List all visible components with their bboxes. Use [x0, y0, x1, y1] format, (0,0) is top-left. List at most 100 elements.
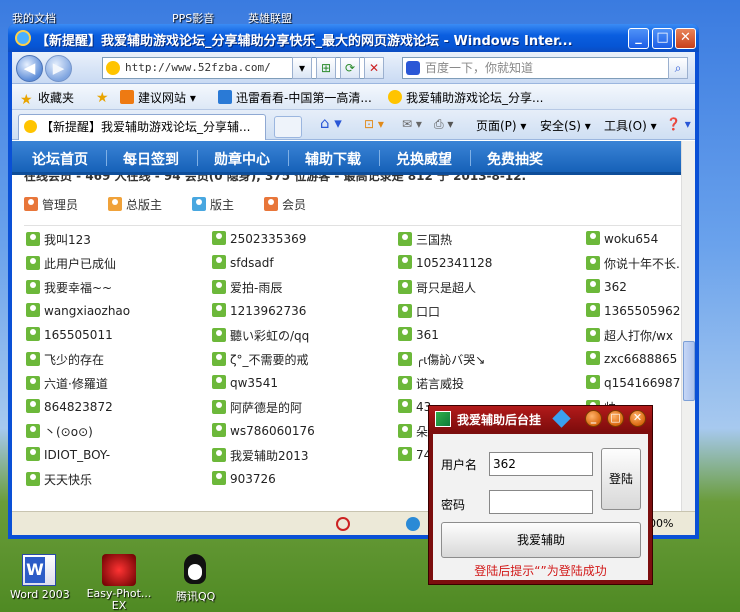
- nav-exchange[interactable]: 兑换威望: [396, 149, 452, 169]
- search-button[interactable]: ⌕: [668, 57, 688, 79]
- maximize-button[interactable]: □: [652, 28, 673, 49]
- online-user[interactable]: 我叫123: [26, 231, 91, 248]
- dialog-title-bar[interactable]: 我爱辅助后台挂 _ □ ✕: [429, 406, 652, 432]
- url-dropdown-button[interactable]: ▾: [292, 57, 312, 79]
- online-user[interactable]: 聽い彩虹の/qq: [212, 327, 309, 344]
- nav-medals[interactable]: 勋章中心: [214, 149, 270, 169]
- nav-home[interactable]: 论坛首页: [32, 149, 88, 169]
- online-user[interactable]: 天天快乐: [26, 471, 92, 488]
- online-user[interactable]: 165505011: [26, 327, 113, 342]
- password-input[interactable]: [489, 490, 593, 514]
- online-user[interactable]: zxc6688865: [586, 351, 677, 366]
- online-user[interactable]: 口口: [398, 303, 440, 320]
- online-user[interactable]: 六道·修羅道: [26, 375, 108, 392]
- online-user[interactable]: 362: [586, 279, 627, 294]
- scrollbar-thumb[interactable]: [683, 341, 695, 401]
- online-user[interactable]: 你说十年不长...: [586, 255, 681, 272]
- online-user[interactable]: 903726: [212, 471, 276, 486]
- word-icon[interactable]: W: [22, 554, 56, 586]
- member-user-icon: [26, 352, 40, 366]
- member-user-icon: [586, 279, 600, 293]
- online-user[interactable]: 74: [398, 447, 431, 462]
- fav-item-suggested[interactable]: 建议网站 ▾: [120, 89, 196, 106]
- refresh-button[interactable]: ⟳: [340, 57, 360, 79]
- add-favorite-button[interactable]: ★: [96, 89, 114, 105]
- online-user[interactable]: 超人打你/wx: [586, 327, 673, 344]
- online-user[interactable]: ╭ι傷訫バ哭↘: [398, 351, 485, 368]
- tab-bar: 【新提醒】我爱辅助游戏论坛_分享辅... ⌂ ▾ ⊡ ▾ ✉ ▾ ⎙ ▾ 页面(…: [12, 110, 695, 140]
- dialog-minimize-button[interactable]: _: [585, 410, 602, 427]
- fav-item-xunlei[interactable]: 迅雷看看-中国第一高清...: [218, 89, 372, 106]
- search-input[interactable]: 百度一下，你就知道: [402, 57, 677, 79]
- mail-icon[interactable]: ✉ ▾: [402, 117, 422, 131]
- online-user[interactable]: 我要幸福~~: [26, 279, 112, 296]
- username-input[interactable]: 362: [489, 452, 593, 476]
- online-user[interactable]: 864823872: [26, 399, 113, 414]
- online-user[interactable]: ζ°_不需要的戒: [212, 351, 309, 368]
- legend-label: 版主: [210, 198, 235, 212]
- url-input[interactable]: http://www.52fzba.com/: [102, 57, 378, 79]
- close-button[interactable]: ✕: [675, 28, 696, 49]
- qq-icon[interactable]: [178, 554, 212, 586]
- desktop-label-easyphoto[interactable]: Easy-Phot... EX: [80, 588, 158, 612]
- home-icon[interactable]: ⌂ ▾: [320, 114, 342, 132]
- feeds-icon[interactable]: ⊡ ▾: [364, 117, 384, 131]
- online-user[interactable]: woku654: [586, 231, 658, 246]
- online-user[interactable]: sfdsadf: [212, 255, 274, 270]
- online-user[interactable]: 1213962736: [212, 303, 306, 318]
- forward-button[interactable]: ▶: [45, 55, 72, 82]
- online-user[interactable]: 丶(⊙o⊙): [26, 423, 93, 440]
- dialog-close-button[interactable]: ✕: [629, 410, 646, 427]
- online-user[interactable]: 43: [398, 399, 431, 414]
- favorites-button[interactable]: ★ 收藏夹: [20, 89, 74, 107]
- title-bar[interactable]: 【新提醒】我爱辅助游戏论坛_分享辅助分享快乐_最大的网页游戏论坛 - Windo…: [8, 24, 699, 52]
- member-user-icon: [398, 424, 412, 438]
- minimize-button[interactable]: _: [628, 28, 649, 49]
- nav-download[interactable]: 辅助下载: [305, 149, 361, 169]
- stop-button[interactable]: ✕: [364, 57, 384, 79]
- nav-checkin[interactable]: 每日签到: [123, 149, 179, 169]
- page-menu[interactable]: 页面(P) ▾: [476, 117, 526, 134]
- fav-item-52fzba[interactable]: 我爱辅助游戏论坛_分享...: [388, 89, 543, 106]
- online-user[interactable]: IDIOT_BOY-: [26, 447, 110, 462]
- online-user-name: 2502335369: [230, 232, 307, 246]
- print-icon[interactable]: ⎙ ▾: [434, 117, 453, 132]
- online-user[interactable]: 1365505962: [586, 303, 680, 318]
- legend-admin: 管理员: [24, 196, 78, 213]
- nav-lottery[interactable]: 免费抽奖: [487, 149, 543, 169]
- help-icon[interactable]: ❓ ▾: [666, 117, 691, 131]
- desktop-label-word[interactable]: Word 2003: [10, 588, 70, 601]
- online-user[interactable]: 三国热: [398, 231, 452, 248]
- divider: [24, 225, 681, 226]
- photo-icon[interactable]: [102, 554, 136, 586]
- compat-view-button[interactable]: ⊞: [316, 57, 336, 79]
- login-button[interactable]: 登陆: [601, 448, 641, 510]
- online-user[interactable]: 361: [398, 327, 439, 342]
- desktop-label-qq[interactable]: 腾讯QQ: [176, 588, 215, 604]
- online-user[interactable]: 我爱辅助2013: [212, 447, 309, 464]
- online-user[interactable]: ws786060176: [212, 423, 315, 438]
- online-user[interactable]: 2502335369: [212, 231, 306, 246]
- online-user[interactable]: 朵: [398, 423, 428, 440]
- online-user[interactable]: 1052341128: [398, 255, 492, 270]
- online-user[interactable]: 哥只是超人: [398, 279, 476, 296]
- online-user[interactable]: qw3541: [212, 375, 278, 390]
- online-user[interactable]: q154166987: [586, 375, 680, 390]
- online-user[interactable]: 诺言威投: [398, 375, 464, 392]
- main-action-button[interactable]: 我爱辅助: [441, 522, 641, 558]
- online-user-name: 903726: [230, 472, 276, 486]
- online-user[interactable]: 飞少的存在: [26, 351, 104, 368]
- back-button[interactable]: ◀: [16, 55, 43, 82]
- page-scrollbar[interactable]: [681, 141, 695, 511]
- online-user[interactable]: 爱拍-雨辰: [212, 279, 282, 296]
- legend-label: 会员: [282, 198, 307, 212]
- online-user[interactable]: wangxiaozhao: [26, 303, 130, 318]
- tab-active[interactable]: 【新提醒】我爱辅助游戏论坛_分享辅...: [18, 114, 266, 140]
- online-user[interactable]: 阿萨德是的阿: [212, 399, 302, 416]
- online-user[interactable]: 此用户已成仙: [26, 255, 116, 272]
- dialog-maximize-button[interactable]: □: [607, 410, 624, 427]
- new-tab-button[interactable]: [274, 116, 302, 138]
- member-user-icon: [26, 232, 40, 246]
- safety-menu[interactable]: 安全(S) ▾: [540, 117, 591, 134]
- tools-menu[interactable]: 工具(O) ▾: [604, 117, 657, 134]
